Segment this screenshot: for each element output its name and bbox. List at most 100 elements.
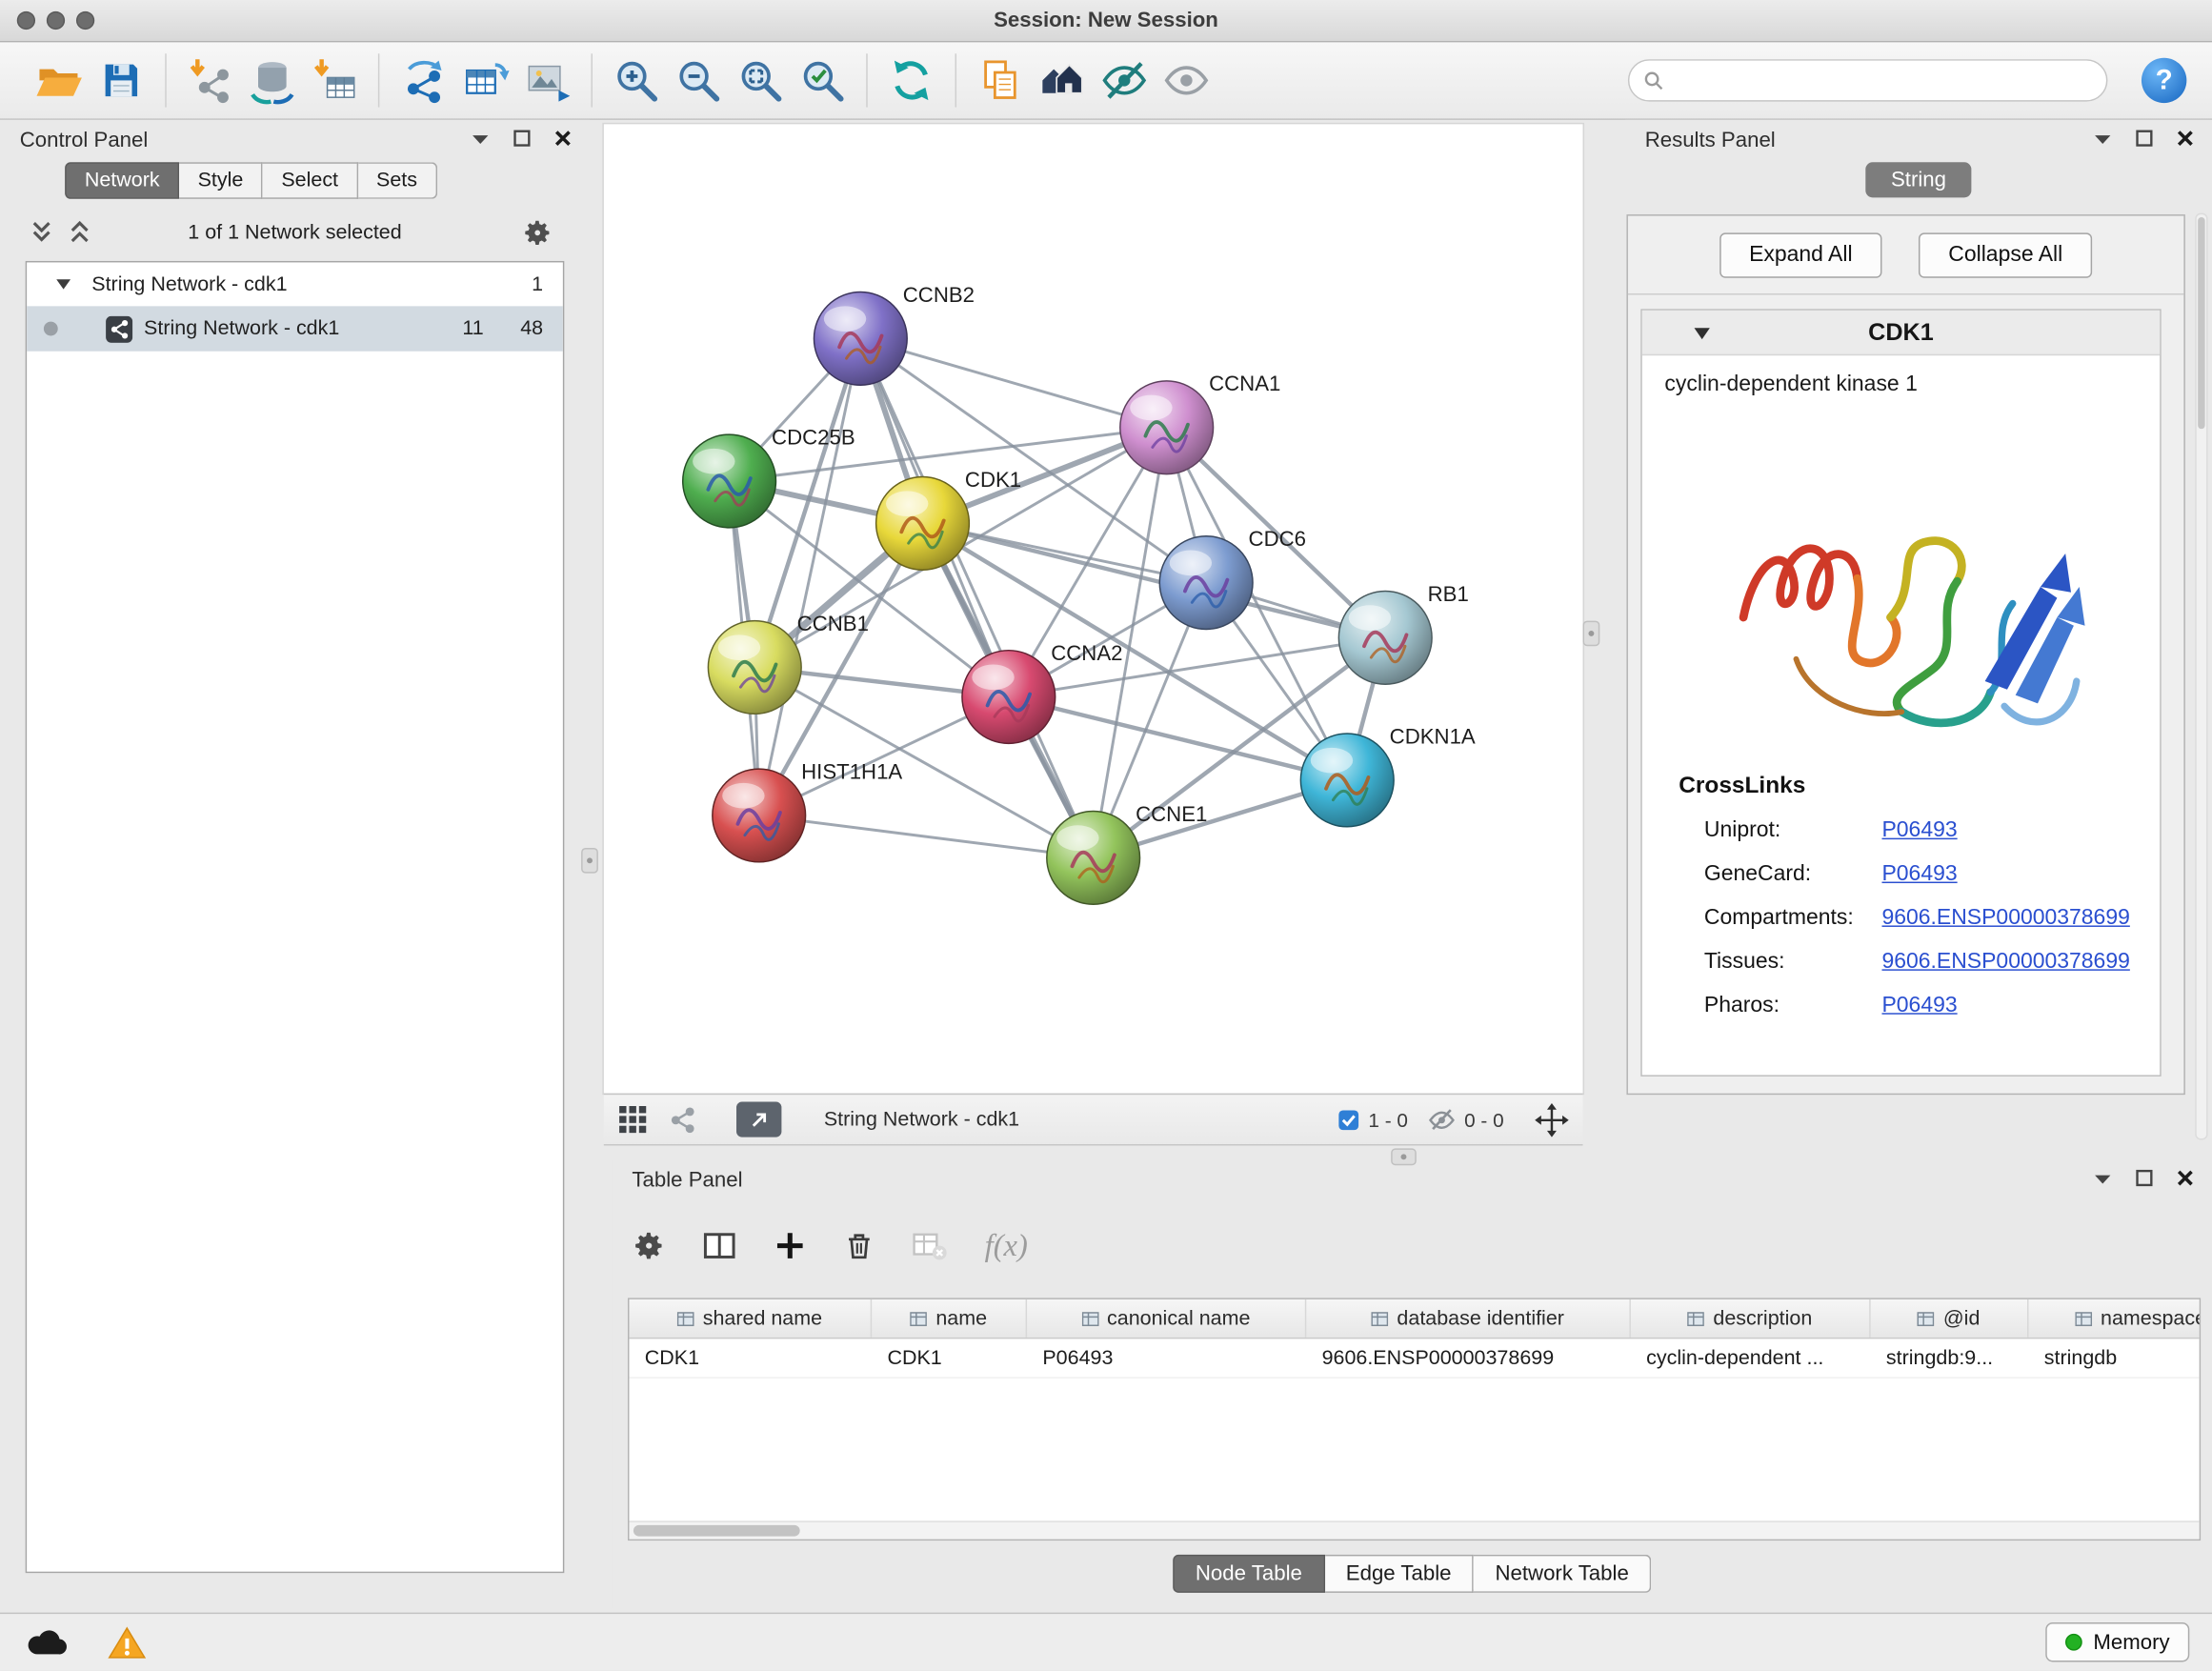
panel-float-icon[interactable] — [2092, 1169, 2113, 1187]
node-CCNB1[interactable] — [708, 621, 801, 715]
results-scrollbar[interactable] — [2195, 213, 2207, 1140]
table-cell[interactable]: 9606.ENSP00000378699 — [1306, 1339, 1631, 1377]
show-columns-icon[interactable] — [702, 1229, 736, 1263]
zoom-fit-button[interactable] — [730, 50, 792, 111]
splitter-handle-right[interactable] — [1583, 621, 1600, 647]
export-network-button[interactable] — [392, 50, 454, 111]
duplicate-document-button[interactable] — [969, 50, 1031, 111]
import-network-file-button[interactable] — [179, 50, 241, 111]
panel-maximize-icon[interactable] — [513, 129, 533, 149]
open-file-button[interactable] — [29, 50, 90, 111]
crosslink-link[interactable]: 9606.ENSP00000378699 — [1881, 949, 2129, 975]
node-CCNA1[interactable] — [1120, 381, 1214, 474]
save-session-button[interactable] — [90, 50, 152, 111]
help-button[interactable]: ? — [2142, 58, 2186, 103]
column-header-description[interactable]: description — [1631, 1299, 1871, 1338]
export-image-button[interactable] — [516, 50, 578, 111]
table-cell[interactable]: CDK1 — [629, 1339, 872, 1377]
network-graph[interactable]: CCNB2CCNA1CDC25BCDK1CDC6RB1CCNB1CCNA2CDK… — [604, 124, 1583, 1093]
collapse-all-tree-icon[interactable] — [31, 220, 52, 244]
table-cell[interactable]: stringdb — [2028, 1339, 2201, 1377]
node-CDKN1A[interactable] — [1300, 734, 1394, 827]
network-collection-row[interactable]: String Network - cdk1 1 — [27, 262, 563, 306]
expand-all-button[interactable]: Expand All — [1719, 232, 1882, 277]
crosslink-link[interactable]: P06493 — [1881, 993, 1957, 1018]
node-CDC25B[interactable] — [683, 434, 776, 528]
tab-string[interactable]: String — [1865, 162, 1971, 197]
table-settings-gear-icon[interactable] — [632, 1229, 666, 1263]
panel-float-icon[interactable] — [2092, 129, 2113, 147]
import-table-button[interactable] — [303, 50, 365, 111]
table-cell[interactable]: stringdb:9... — [1871, 1339, 2029, 1377]
zoom-in-button[interactable] — [605, 50, 667, 111]
column-header-namespace[interactable]: namespace — [2028, 1299, 2201, 1338]
import-network-database-button[interactable] — [241, 50, 303, 111]
network-options-gear-icon[interactable] — [522, 217, 553, 249]
table-cell[interactable]: CDK1 — [872, 1339, 1027, 1377]
panel-close-icon[interactable] — [553, 129, 573, 149]
birdseye-grid-icon[interactable] — [618, 1104, 650, 1136]
column-header-database-identifier[interactable]: database identifier — [1306, 1299, 1631, 1338]
table-horizontal-scrollbar[interactable] — [629, 1520, 2199, 1539]
protein-section-header[interactable]: CDK1 — [1642, 311, 2160, 355]
panel-close-icon[interactable] — [2176, 129, 2196, 149]
tree-expand-icon[interactable] — [55, 277, 72, 292]
splitter-handle-left[interactable] — [581, 848, 598, 874]
expand-all-tree-icon[interactable] — [70, 220, 90, 244]
network-view-canvas[interactable]: CCNB2CCNA1CDC25BCDK1CDC6RB1CCNB1CCNA2CDK… — [604, 124, 1583, 1093]
node-CDC6[interactable] — [1159, 536, 1253, 630]
edge-CCNB2-CCNA1[interactable] — [860, 338, 1166, 427]
column-header-shared-name[interactable]: shared name — [629, 1299, 872, 1338]
collapse-all-button[interactable]: Collapse All — [1919, 232, 2092, 277]
cloud-icon[interactable] — [26, 1626, 68, 1658]
warning-icon[interactable] — [108, 1625, 147, 1661]
node-CDK1[interactable] — [876, 477, 970, 571]
search-input[interactable] — [1672, 70, 2092, 92]
search-field[interactable] — [1628, 59, 2107, 101]
tab-network-table[interactable]: Network Table — [1474, 1555, 1651, 1593]
node-RB1[interactable] — [1338, 591, 1432, 684]
column-header-@id[interactable]: @id — [1871, 1299, 2029, 1338]
table-row[interactable]: CDK1CDK1P064939606.ENSP00000378699cyclin… — [629, 1339, 2199, 1378]
tab-node-table[interactable]: Node Table — [1173, 1555, 1324, 1593]
show-all-button[interactable] — [1156, 50, 1217, 111]
open-in-new-window-button[interactable] — [736, 1102, 781, 1137]
crosslink-link[interactable]: P06493 — [1881, 861, 1957, 887]
tab-edge-table[interactable]: Edge Table — [1325, 1555, 1475, 1593]
edge-CDK1-RB1[interactable] — [922, 523, 1385, 637]
pan-crosshair-icon[interactable] — [1535, 1102, 1569, 1137]
node-CCNA2[interactable] — [962, 651, 1056, 744]
node-CCNE1[interactable] — [1047, 812, 1140, 905]
share-network-icon[interactable] — [669, 1105, 697, 1134]
panel-close-icon[interactable] — [2176, 1168, 2196, 1188]
crosslink-link[interactable]: P06493 — [1881, 817, 1957, 843]
panel-float-icon[interactable] — [470, 129, 491, 147]
export-table-button[interactable] — [454, 50, 516, 111]
network-row-selected[interactable]: String Network - cdk1 11 48 — [27, 306, 563, 351]
edge-HIST1H1A-CCNE1[interactable] — [759, 815, 1094, 857]
memory-button[interactable]: Memory — [2045, 1622, 2189, 1661]
splitter-handle-bottom[interactable] — [1391, 1148, 1417, 1165]
selected-checkbox-icon[interactable] — [1337, 1108, 1360, 1131]
panel-maximize-icon[interactable] — [2135, 1168, 2155, 1188]
tab-style[interactable]: Style — [179, 162, 263, 199]
crosslink-link[interactable]: 9606.ENSP00000378699 — [1881, 905, 2129, 931]
tab-sets[interactable]: Sets — [358, 162, 437, 199]
delete-column-trash-icon[interactable] — [844, 1229, 875, 1263]
panel-maximize-icon[interactable] — [2135, 129, 2155, 149]
hide-selected-button[interactable] — [1094, 50, 1156, 111]
neighborhood-button[interactable] — [1032, 50, 1094, 111]
edge-CCNB2-HIST1H1A[interactable] — [759, 338, 861, 815]
table-cell[interactable]: cyclin-dependent ... — [1631, 1339, 1871, 1377]
zoom-selected-button[interactable] — [792, 50, 854, 111]
column-header-name[interactable]: name — [872, 1299, 1027, 1338]
node-CCNB2[interactable] — [814, 292, 907, 386]
table-cell[interactable]: P06493 — [1027, 1339, 1306, 1377]
hidden-eye-slash-icon[interactable] — [1428, 1107, 1457, 1133]
section-collapse-icon[interactable] — [1693, 326, 1711, 341]
tab-select[interactable]: Select — [263, 162, 358, 199]
node-HIST1H1A[interactable] — [713, 769, 806, 862]
zoom-out-button[interactable] — [667, 50, 729, 111]
add-column-icon[interactable] — [774, 1229, 808, 1263]
apply-layout-button[interactable] — [880, 50, 942, 111]
